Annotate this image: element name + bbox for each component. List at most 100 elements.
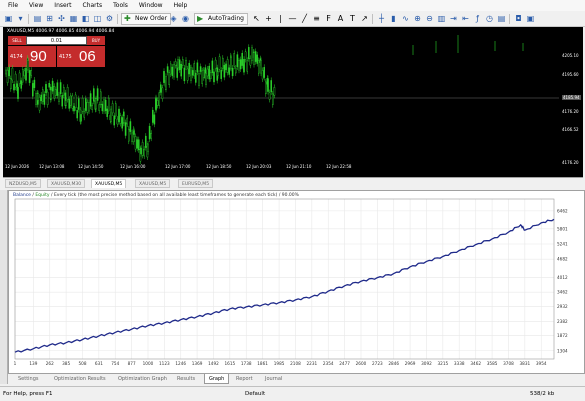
crosshair-icon[interactable]: + <box>263 13 274 24</box>
candle <box>248 47 249 58</box>
x-tick-label: 1985 <box>274 361 285 366</box>
zoom-out-icon[interactable]: ⊖ <box>424 13 435 24</box>
chart-tab[interactable]: EURUSD,M5 <box>178 179 213 188</box>
candle <box>269 93 270 100</box>
autoscroll-icon[interactable]: ⇥ <box>448 13 459 24</box>
candle <box>234 53 235 66</box>
candle <box>35 94 36 105</box>
new-order-button[interactable]: ✚ New Order <box>121 13 171 25</box>
screenshot-icon[interactable]: ◘ <box>513 13 524 24</box>
chart-tab[interactable]: XAUUSD,M5 <box>135 179 170 188</box>
candle <box>213 72 214 82</box>
text-tool-icon[interactable]: A <box>335 13 346 24</box>
x-tick-label: 2723 <box>372 361 383 366</box>
bar-chart-icon[interactable]: ┼ <box>376 13 387 24</box>
candle <box>245 52 246 60</box>
templates-icon[interactable]: ▤ <box>496 13 507 24</box>
menu-tools[interactable]: Tools <box>113 0 128 11</box>
menu-file[interactable]: File <box>8 0 18 11</box>
candle <box>272 94 273 105</box>
arrows-icon[interactable]: ↗ <box>359 13 370 24</box>
vertical-line-icon[interactable]: | <box>275 13 286 24</box>
candle <box>140 148 141 154</box>
x-tick-label: 2354 <box>323 361 334 366</box>
candle <box>187 69 188 80</box>
tester-side-strip <box>0 190 8 384</box>
options-icon[interactable]: ⚙ <box>104 13 115 24</box>
y-tick-label: 1872 <box>557 333 568 338</box>
terminal-icon[interactable]: ▦ <box>68 13 79 24</box>
candle <box>67 87 68 99</box>
candle <box>75 95 76 108</box>
new-chart-icon[interactable]: ▣ <box>3 13 14 24</box>
tab-optimization-graph[interactable]: Optimization Graph <box>114 374 171 384</box>
menu-insert[interactable]: Insert <box>54 0 71 11</box>
candle <box>230 57 231 68</box>
candle <box>50 90 51 99</box>
toolbar-separator <box>509 14 510 24</box>
channel-icon[interactable]: ≡ <box>311 13 322 24</box>
x-tick-label: 3708 <box>503 361 514 366</box>
price-chart[interactable]: XAUUSD,M5 4006.97 4006.85 4006.94 4006.8… <box>3 27 583 177</box>
properties-icon[interactable]: ▣ <box>525 13 536 24</box>
candle <box>29 70 30 82</box>
periods-icon[interactable]: ◷ <box>484 13 495 24</box>
candle <box>225 64 226 70</box>
candle <box>145 136 146 147</box>
price-label: 4176.20 <box>562 109 579 114</box>
horizontal-line-icon[interactable]: — <box>287 13 298 24</box>
metaeditor-icon[interactable]: ◈ <box>168 13 179 24</box>
autotrading-button[interactable]: ▶ AutoTrading <box>194 13 248 25</box>
menu-view[interactable]: View <box>29 0 43 11</box>
x-tick-label: 631 <box>95 361 103 366</box>
x-tick-label: 2600 <box>356 361 367 366</box>
y-tick-label: 2382 <box>557 319 568 324</box>
tab-optimization-results[interactable]: Optimization Results <box>50 374 110 384</box>
tester-icon[interactable]: ◧ <box>80 13 91 24</box>
chart-tab-active[interactable]: XAUUSD,M5 <box>91 179 126 188</box>
candle <box>57 83 58 96</box>
candle <box>247 60 248 71</box>
candlestick-icon[interactable]: ▮ <box>388 13 399 24</box>
chart-tab[interactable]: XAUUSD,M30 <box>47 179 85 188</box>
profiles-icon[interactable]: ▾ <box>15 13 26 24</box>
chart-tab[interactable]: NZDUSD,M5 <box>5 179 41 188</box>
x-tick-label: 508 <box>78 361 86 366</box>
cursor-icon[interactable]: ↖ <box>251 13 262 24</box>
candle <box>197 63 198 72</box>
navigator-icon[interactable]: ✣ <box>56 13 67 24</box>
trendline-icon[interactable]: ╱ <box>299 13 310 24</box>
y-tick-label: 5801 <box>557 226 568 231</box>
fibonacci-icon[interactable]: F <box>323 13 334 24</box>
chart-shift-icon[interactable]: ⇤ <box>460 13 471 24</box>
tab-journal[interactable]: Journal <box>261 374 286 384</box>
label-tool-icon[interactable]: T <box>347 13 358 24</box>
menu-help[interactable]: Help <box>174 0 188 11</box>
tab-report[interactable]: Report <box>232 374 257 384</box>
tab-graph[interactable]: Graph <box>204 374 229 384</box>
candle <box>182 59 183 65</box>
candle <box>125 123 126 136</box>
x-tick-label: 3585 <box>487 361 498 366</box>
history-center-icon[interactable]: ◫ <box>92 13 103 24</box>
candle <box>127 118 128 124</box>
candle <box>9 67 10 76</box>
candle <box>227 59 228 72</box>
market-watch-icon[interactable]: ▤ <box>32 13 43 24</box>
candle <box>217 72 218 76</box>
tab-results[interactable]: Results <box>173 374 199 384</box>
menu-window[interactable]: Window <box>139 0 163 11</box>
line-chart-icon[interactable]: ∿ <box>400 13 411 24</box>
zoom-in-icon[interactable]: ⊕ <box>412 13 423 24</box>
candle <box>115 104 116 116</box>
tile-windows-icon[interactable]: ▥ <box>436 13 447 24</box>
price-label: 4176.20 <box>562 160 579 165</box>
candle <box>42 90 43 102</box>
balance-line <box>15 219 554 352</box>
signals-icon[interactable]: ◉ <box>180 13 191 24</box>
data-window-icon[interactable]: ⊞ <box>44 13 55 24</box>
indicators-icon[interactable]: ƒ <box>472 13 483 24</box>
tab-settings[interactable]: Settings <box>14 374 43 384</box>
menu-charts[interactable]: Charts <box>83 0 103 11</box>
candle <box>200 67 201 72</box>
